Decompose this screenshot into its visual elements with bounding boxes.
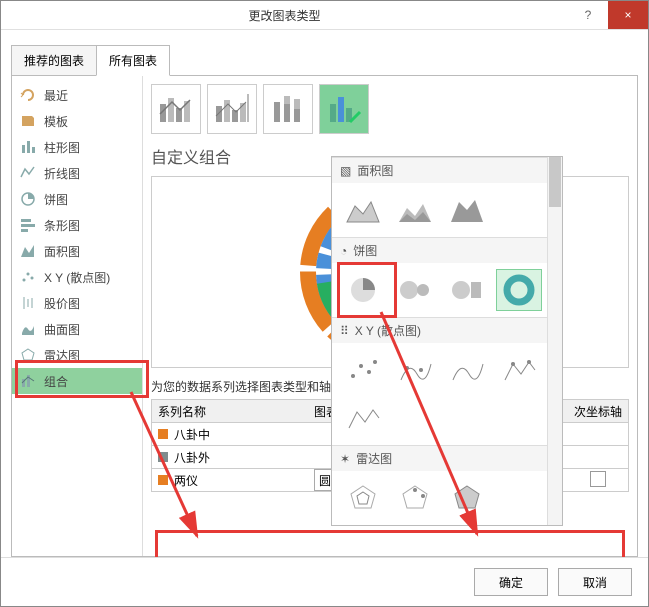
picker-xy-2[interactable] (392, 349, 438, 391)
picker-xy-4[interactable] (496, 349, 542, 391)
secondary-axis-checkbox[interactable] (590, 471, 606, 487)
chart-category-sidebar: 最近模板柱形图折线图饼图条形图面积图X Y (散点图)股价图曲面图雷达图组合 (12, 76, 143, 556)
sidebar-item-radar[interactable]: 雷达图 (12, 342, 142, 368)
templates-icon (20, 113, 36, 129)
pie-icon: ◔ (340, 244, 347, 258)
xy-icon (20, 269, 36, 285)
picker-area-3[interactable] (444, 189, 490, 231)
picker-radar-2[interactable] (392, 477, 438, 519)
combo-icon (20, 373, 36, 389)
series-swatch (158, 429, 168, 439)
pie-icon (20, 191, 36, 207)
combo-subtype-2[interactable] (207, 84, 257, 134)
series-swatch (158, 452, 168, 462)
scrollbar-thumb[interactable] (549, 157, 561, 207)
close-button[interactable]: × (608, 1, 648, 29)
picker-area-2[interactable] (392, 189, 438, 231)
recent-icon (20, 87, 36, 103)
col-secondary-axis: 次坐标轴 (568, 403, 628, 420)
scatter-icon: ⠿ (340, 324, 349, 338)
picker-xy-1[interactable] (340, 349, 386, 391)
radar-icon (20, 347, 36, 363)
chart-type-picker: ▧面积图 ◔饼图 ⠿X Y (散点图) ✶雷达图 (331, 156, 563, 526)
sidebar-item-surface[interactable]: 曲面图 (12, 316, 142, 342)
tab-all-charts[interactable]: 所有图表 (96, 45, 170, 76)
picker-pie-3[interactable] (444, 269, 490, 311)
combo-subtype-3[interactable] (263, 84, 313, 134)
ok-button[interactable]: 确定 (474, 568, 548, 596)
area-icon: ▧ (340, 164, 351, 178)
area-icon (20, 243, 36, 259)
radar-icon: ✶ (340, 452, 350, 466)
sidebar-item-area[interactable]: 面积图 (12, 238, 142, 264)
column-icon (20, 139, 36, 155)
picker-xy-3[interactable] (444, 349, 490, 391)
picker-radar-1[interactable] (340, 477, 386, 519)
bar-icon (20, 217, 36, 233)
help-button[interactable]: ? (568, 8, 608, 22)
tab-recommended[interactable]: 推荐的图表 (11, 45, 97, 76)
combo-subtype-1[interactable] (151, 84, 201, 134)
cancel-button[interactable]: 取消 (558, 568, 632, 596)
dialog-title: 更改图表类型 (1, 7, 568, 24)
picker-pie-2[interactable] (392, 269, 438, 311)
sidebar-item-xy[interactable]: X Y (散点图) (12, 264, 142, 290)
picker-doughnut[interactable] (496, 269, 542, 311)
picker-scrollbar[interactable] (547, 157, 562, 525)
line-icon (20, 165, 36, 181)
surface-icon (20, 321, 36, 337)
col-series-name: 系列名称 (152, 403, 308, 420)
combo-subtype-custom[interactable] (319, 84, 369, 134)
sidebar-item-pie[interactable]: 饼图 (12, 186, 142, 212)
picker-pie-1[interactable] (340, 269, 386, 311)
picker-radar-3[interactable] (444, 477, 490, 519)
picker-xy-5[interactable] (340, 397, 386, 439)
sidebar-item-bar[interactable]: 条形图 (12, 212, 142, 238)
sidebar-item-templates[interactable]: 模板 (12, 108, 142, 134)
sidebar-item-combo[interactable]: 组合 (12, 368, 142, 394)
sidebar-item-line[interactable]: 折线图 (12, 160, 142, 186)
picker-area-1[interactable] (340, 189, 386, 231)
sidebar-item-recent[interactable]: 最近 (12, 82, 142, 108)
series-swatch (158, 475, 168, 485)
stock-icon (20, 295, 36, 311)
sidebar-item-column[interactable]: 柱形图 (12, 134, 142, 160)
sidebar-item-stock[interactable]: 股价图 (12, 290, 142, 316)
